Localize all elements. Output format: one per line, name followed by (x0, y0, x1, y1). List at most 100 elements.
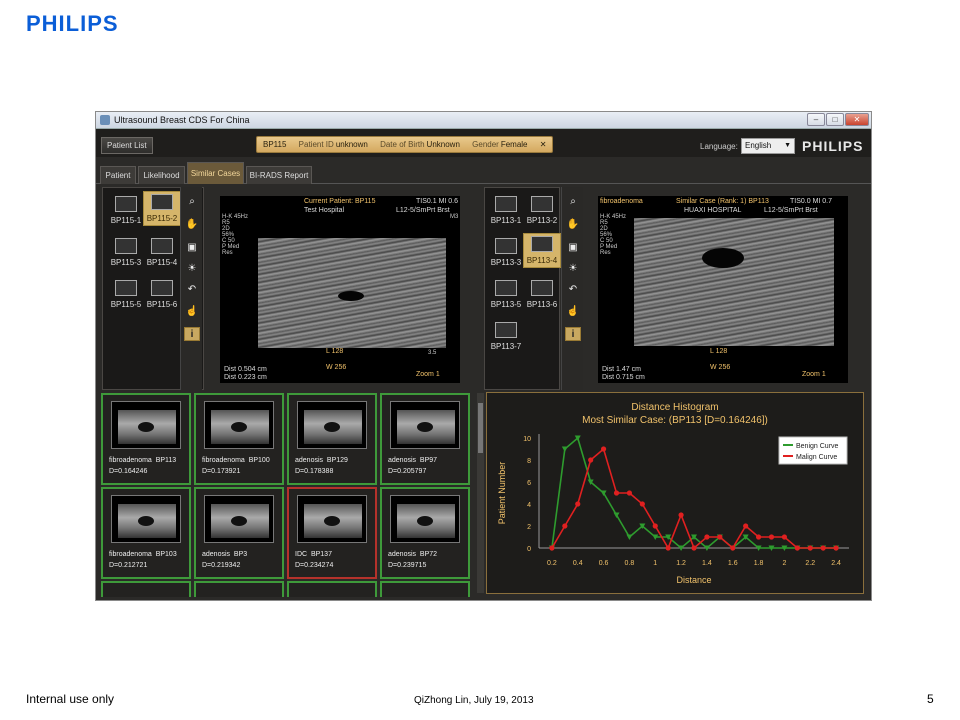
info-icon[interactable]: i (565, 327, 581, 341)
brightness-icon[interactable]: ☀ (184, 262, 200, 276)
case-distance: D=0.205797 (388, 468, 427, 475)
benign-point (626, 534, 633, 540)
magnify-icon[interactable]: ⌕ (565, 195, 581, 209)
case-label: fibroadenoma BP103 (109, 551, 177, 558)
thumb-bp113-4[interactable]: BP113-4 (523, 233, 561, 268)
patient-list-button[interactable]: Patient List (101, 137, 153, 154)
malign-point (781, 534, 788, 540)
patient-tag-close-icon[interactable]: ✕ (540, 140, 547, 149)
maximize-button[interactable]: □ (826, 113, 844, 126)
case-diagnosis: adenosis (388, 457, 417, 464)
case-id: BP72 (419, 551, 438, 558)
patient-tag[interactable]: BP115 Patient ID unknown Date of Birth Unk… (256, 136, 554, 153)
undo-icon[interactable]: ↶ (565, 283, 581, 297)
distance-histogram-panel: Distance Histogram Most Similar Case: (BP… (486, 392, 864, 594)
footer-author-date: QiZhong Lin, July 19, 2013 (414, 695, 534, 706)
case-card-partial[interactable] (380, 581, 470, 597)
hand-pointer-icon[interactable]: ☝ (184, 305, 200, 319)
case-label: adenosis BP72 (388, 551, 437, 558)
thumb-bp113-7[interactable]: BP113-7 (487, 322, 525, 351)
lock-icon[interactable]: ▣ (565, 241, 581, 255)
case-card[interactable]: IDC BP137 D=0.234274 (287, 487, 377, 579)
tab-patient[interactable]: Patient (100, 166, 136, 184)
case-id: BP97 (419, 457, 438, 464)
case-card[interactable]: adenosis BP97 D=0.205797 (380, 393, 470, 485)
lesion (324, 516, 340, 526)
thumb-bp115-6[interactable]: BP115-6 (143, 280, 181, 309)
grid-scrollbar[interactable] (477, 393, 484, 593)
case-card[interactable]: fibroadenoma BP113 D=0.164246 (101, 393, 191, 485)
hand-icon[interactable]: ✋ (565, 218, 581, 232)
lesion (324, 422, 340, 432)
case-thumbnail (390, 495, 460, 543)
current-scale-bottom: 3.5 (428, 350, 437, 356)
tab-bi-rads-report[interactable]: BI-RADS Report (246, 166, 312, 184)
similar-probe: L12-5/SmPrt Brst (764, 207, 818, 214)
thumb-bp115-3[interactable]: BP115-3 (107, 238, 145, 267)
case-card-partial[interactable] (287, 581, 377, 597)
ultrasound-thumb-icon (531, 196, 553, 212)
close-button[interactable]: ✕ (845, 113, 869, 126)
gender-label: Gender (472, 140, 499, 149)
case-thumbnail (111, 495, 181, 543)
case-card[interactable]: adenosis BP3 D=0.219342 (194, 487, 284, 579)
lock-icon[interactable]: ▣ (184, 241, 200, 255)
y-tick-label: 4 (527, 502, 531, 509)
thumb-bp113-2[interactable]: BP113-2 (523, 196, 561, 225)
tab-likelihood[interactable]: Likelihood (138, 166, 185, 184)
app-philips-logo: PHILIPS (802, 138, 864, 154)
malign-point (743, 523, 749, 529)
case-label: fibroadenoma BP113 (109, 457, 176, 464)
thumb-bp113-5[interactable]: BP113-5 (487, 280, 525, 309)
case-card-partial[interactable] (101, 581, 191, 597)
thumb-bp115-2[interactable]: BP115-2 (143, 191, 181, 226)
malign-point (691, 545, 697, 551)
thumb-label: BP113-3 (490, 258, 522, 267)
minimize-button[interactable]: – (807, 113, 825, 126)
similar-ultrasound-image[interactable]: fibroadenoma Similar Case (Rank: 1) BP11… (598, 196, 848, 383)
thumb-bp113-3[interactable]: BP113-3 (487, 238, 525, 267)
thumb-label: BP113-6 (526, 300, 558, 309)
window-title: Ultrasound Breast CDS For China (114, 115, 250, 125)
thumb-bp113-6[interactable]: BP113-6 (523, 280, 561, 309)
undo-icon[interactable]: ↶ (184, 283, 200, 297)
ultrasound-thumb-icon (495, 238, 517, 254)
malign-point (704, 534, 710, 540)
similar-zoom: Zoom 1 (802, 371, 826, 378)
hand-pointer-icon[interactable]: ☝ (565, 305, 581, 319)
case-card[interactable]: adenosis BP129 D=0.178388 (287, 393, 377, 485)
scrollbar-thumb[interactable] (478, 403, 483, 453)
patient-id-value: unknown (335, 140, 368, 149)
current-ultrasound-image[interactable]: Current Patient: BP115 Test Hospital L12… (220, 196, 460, 383)
case-card[interactable]: fibroadenoma BP103 D=0.212721 (101, 487, 191, 579)
hand-icon[interactable]: ✋ (184, 218, 200, 232)
thumb-label: BP113-4 (526, 256, 558, 265)
current-scale-top: M3 (450, 214, 459, 220)
thumb-bp115-1[interactable]: BP115-1 (107, 196, 145, 225)
current-window: W 256 (326, 364, 347, 371)
language-select[interactable]: English ▼ (741, 138, 795, 154)
brightness-icon[interactable]: ☀ (565, 262, 581, 276)
ultrasound-thumb-icon (115, 280, 137, 296)
info-icon[interactable]: i (184, 327, 200, 341)
case-card-partial[interactable] (194, 581, 284, 597)
case-card[interactable]: adenosis BP72 D=0.239715 (380, 487, 470, 579)
similar-cases-grid: fibroadenoma BP113 D=0.164246 fibroadenoma… (101, 391, 477, 597)
malign-point (639, 501, 645, 507)
chevron-down-icon: ▼ (784, 142, 791, 149)
case-thumbnail (204, 495, 274, 543)
tab-similar-cases[interactable]: Similar Cases (187, 162, 244, 184)
legend-label: Benign Curve (796, 443, 839, 450)
x-tick-label: 2.2 (805, 560, 815, 567)
chart-title: Distance Histogram (631, 402, 718, 413)
case-thumbnail (390, 401, 460, 449)
thumb-bp115-4[interactable]: BP115-4 (143, 238, 181, 267)
magnify-icon[interactable]: ⌕ (184, 195, 200, 209)
current-dist2: Dist 0.223 cm (224, 374, 267, 381)
malign-point (678, 512, 684, 518)
similar-hospital: HUAXI HOSPITAL (684, 207, 742, 214)
thumb-bp115-5[interactable]: BP115-5 (107, 280, 145, 309)
case-card[interactable]: fibroadenoma BP100 D=0.173921 (194, 393, 284, 485)
ultrasound-thumb-icon (115, 196, 137, 212)
thumb-bp113-1[interactable]: BP113-1 (487, 196, 525, 225)
